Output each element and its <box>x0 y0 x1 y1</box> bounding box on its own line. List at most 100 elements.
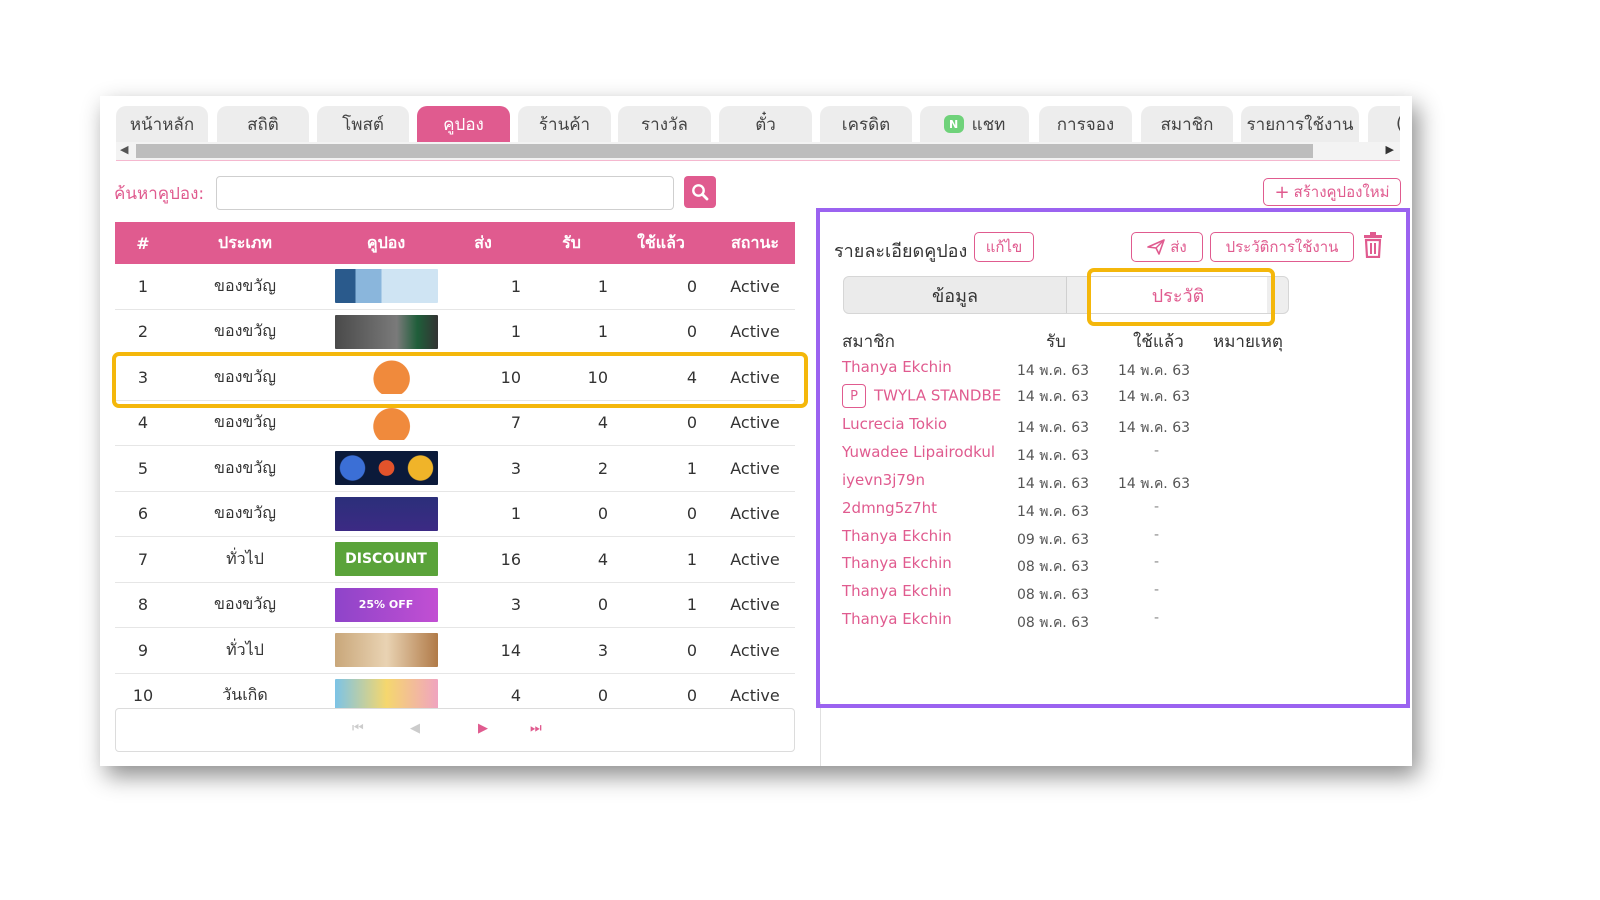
tab-members[interactable]: สมาชิก <box>1141 106 1233 142</box>
coupon-image <box>334 496 438 531</box>
tab-label: สถิติ <box>247 114 279 135</box>
plus-icon: + <box>1274 181 1290 203</box>
row-recv: 1 <box>597 276 608 296</box>
scroll-right-icon[interactable]: ▶ <box>1386 143 1394 156</box>
row-type: ทั่วไป <box>226 548 264 568</box>
tab-label: หน้าหลัก <box>129 114 195 135</box>
row-used: 0 <box>686 504 697 524</box>
row-num: 6 <box>137 504 149 524</box>
row-send: 1 <box>510 322 521 342</box>
coupon-thumbnail-cell <box>334 492 438 537</box>
prev-page-icon[interactable]: ◀ <box>410 721 420 736</box>
coupon-image-text: DISCOUNT <box>345 551 427 568</box>
create-coupon-button[interactable]: + สร้างคูปองใหม่ <box>1263 178 1401 206</box>
row-used: 0 <box>686 640 697 660</box>
divider <box>116 160 1400 161</box>
tab-posts[interactable]: โพสต์ <box>317 106 409 142</box>
tab-label: การจอง <box>1056 114 1115 135</box>
row-recv: 2 <box>597 458 608 478</box>
row-send: 14 <box>500 640 521 660</box>
table-row[interactable]: 8 ของขวัญ 25% OFF 3 0 1 Active <box>115 582 795 628</box>
coupon-image-text: 25% OFF <box>358 598 414 612</box>
tab-label: สมาชิก <box>1160 114 1214 135</box>
scroll-left-icon[interactable]: ◀ <box>120 143 128 156</box>
next-page-icon[interactable]: ▶ <box>478 721 488 736</box>
coupon-thumbnail-cell: DISCOUNT <box>334 537 438 582</box>
tab-chat[interactable]: N แชท <box>920 106 1029 142</box>
tab-credit[interactable]: เครดิต <box>820 106 912 142</box>
coupon-thumbnail-cell: 25% OFF <box>334 583 438 628</box>
tab-stats[interactable]: สถิติ <box>217 106 309 142</box>
header-recv[interactable]: รับ <box>535 222 608 264</box>
row-used: 0 <box>686 276 697 296</box>
row-status: Active <box>730 504 780 524</box>
last-page-icon[interactable]: ⏭ <box>530 721 542 736</box>
row-used: 1 <box>686 458 697 478</box>
panel-divider <box>820 702 821 766</box>
row-status: Active <box>730 549 780 569</box>
tab-rewards[interactable]: รางวัล <box>618 106 711 142</box>
row-recv: 1 <box>597 322 608 342</box>
row-type: ทั่วไป <box>226 639 264 659</box>
tab-home[interactable]: หน้าหลัก <box>116 106 208 142</box>
panel-highlight <box>816 208 1410 708</box>
table-row[interactable]: 6 ของขวัญ 1 0 0 Active <box>115 491 795 537</box>
tab-label: แชท <box>971 114 1006 135</box>
row-num: 8 <box>137 595 149 615</box>
tab-label: รางวัล <box>641 114 688 135</box>
table-row[interactable]: 1 ของขวัญ 1 1 0 Active <box>115 264 795 310</box>
header-coupon[interactable]: คูปอง <box>334 222 438 264</box>
row-status: Active <box>730 595 780 615</box>
table-row[interactable]: 5 ของขวัญ 3 2 1 Active <box>115 446 795 492</box>
row-recv: 3 <box>597 640 608 660</box>
row-status: Active <box>730 458 780 478</box>
coupon-image <box>334 451 438 486</box>
tab-bar: หน้าหลัก สถิติ โพสต์ คูปอง ร้านค้า รางวั… <box>116 106 1400 142</box>
coupon-thumbnail-cell <box>334 310 438 355</box>
coupon-image <box>334 314 438 349</box>
row-recv: 4 <box>597 549 608 569</box>
header-status[interactable]: สถานะ <box>715 222 795 264</box>
create-coupon-label: สร้างคูปองใหม่ <box>1293 183 1390 201</box>
coupon-table: # ประเภท คูปอง ส่ง รับ ใช้แล้ว สถานะ 1 ข… <box>115 222 795 719</box>
row-num: 2 <box>137 322 149 342</box>
header-send[interactable]: ส่ง <box>445 222 521 264</box>
row-num: 9 <box>137 640 149 660</box>
tab-label: ตั๋ว <box>755 114 776 135</box>
tab-usage[interactable]: รายการใช้งาน <box>1241 106 1359 142</box>
header-num[interactable]: # <box>115 222 171 264</box>
table-row[interactable]: 7 ทั่วไป DISCOUNT 16 4 1 Active <box>115 537 795 583</box>
coupon-image: 25% OFF <box>334 587 438 622</box>
tab-booking[interactable]: การจอง <box>1039 106 1132 142</box>
coupon-image <box>334 633 438 668</box>
row-type: ของขวัญ <box>214 594 276 614</box>
tab-tickets[interactable]: ตั๋ว <box>719 106 812 142</box>
tab-label: เครดิต <box>841 114 891 135</box>
row-num: 5 <box>137 458 149 478</box>
search-input[interactable] <box>216 176 674 210</box>
row-type: ของขวัญ <box>214 503 276 523</box>
scrollbar-thumb[interactable] <box>136 144 1313 158</box>
coupon-thumbnail-cell <box>334 264 438 309</box>
row-recv: 0 <box>597 595 608 615</box>
row-num: 1 <box>137 276 149 296</box>
header-used[interactable]: ใช้แล้ว <box>625 222 697 264</box>
row-send: 1 <box>510 504 521 524</box>
row-num: 7 <box>137 549 149 569</box>
first-page-icon[interactable]: ⏮ <box>352 721 364 736</box>
row-type: ของขวัญ <box>214 457 276 477</box>
tab-overflow[interactable]: ( <box>1368 106 1400 142</box>
table-row[interactable]: 2 ของขวัญ 1 1 0 Active <box>115 309 795 355</box>
row-used: 0 <box>686 322 697 342</box>
tab-coupons[interactable]: คูปอง <box>417 106 510 142</box>
coupon-thumbnail-cell <box>334 446 438 491</box>
tab-scrollbar[interactable]: ◀ ▶ <box>116 142 1400 160</box>
table-row[interactable]: 9 ทั่วไป 14 3 0 Active <box>115 628 795 674</box>
tab-shop[interactable]: ร้านค้า <box>518 106 611 142</box>
coupon-image <box>334 405 438 440</box>
row-send: 16 <box>500 549 521 569</box>
row-type: ของขวัญ <box>214 321 276 341</box>
tab-label: โพสต์ <box>342 114 384 135</box>
search-button[interactable] <box>684 176 716 208</box>
header-type[interactable]: ประเภท <box>185 222 305 264</box>
